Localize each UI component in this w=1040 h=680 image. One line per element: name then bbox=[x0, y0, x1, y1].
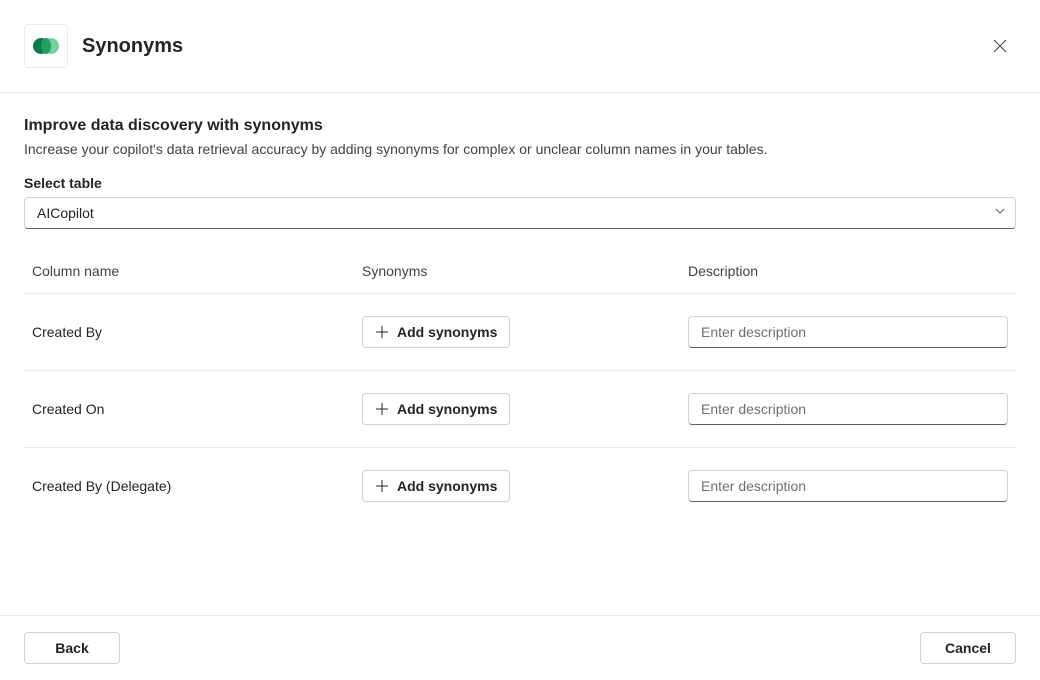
column-name-cell: Created On bbox=[32, 401, 362, 417]
dialog-header: Synonyms bbox=[0, 0, 1040, 93]
synonyms-dialog: Synonyms Improve data discovery with syn… bbox=[0, 0, 1040, 680]
column-header-description: Description bbox=[688, 263, 1008, 279]
dialog-footer: Back Cancel bbox=[0, 615, 1040, 680]
plus-icon bbox=[375, 479, 389, 493]
app-icon bbox=[24, 24, 68, 68]
dialog-body: Improve data discovery with synonyms Inc… bbox=[0, 93, 1040, 615]
column-header-name: Column name bbox=[32, 263, 362, 279]
table-select[interactable]: AICopilot bbox=[24, 197, 1016, 229]
columns-table: Column name Synonyms Description Created… bbox=[24, 249, 1016, 615]
add-synonyms-button[interactable]: Add synonyms bbox=[362, 316, 510, 348]
columns-header-row: Column name Synonyms Description bbox=[24, 249, 1016, 294]
close-icon bbox=[993, 39, 1007, 53]
column-name-cell: Created By (Delegate) bbox=[32, 478, 362, 494]
table-row: Created On Add synonyms bbox=[24, 371, 1016, 448]
column-header-synonyms: Synonyms bbox=[362, 263, 688, 279]
close-button[interactable] bbox=[984, 30, 1016, 62]
back-button[interactable]: Back bbox=[24, 632, 120, 664]
select-table-label: Select table bbox=[24, 175, 1016, 191]
table-select-value: AICopilot bbox=[24, 197, 1016, 229]
column-name-cell: Created By bbox=[32, 324, 362, 340]
dialog-title: Synonyms bbox=[82, 35, 970, 58]
add-synonyms-label: Add synonyms bbox=[397, 478, 497, 494]
description-input[interactable] bbox=[688, 316, 1008, 348]
section-heading: Improve data discovery with synonyms bbox=[24, 117, 1016, 135]
add-synonyms-button[interactable]: Add synonyms bbox=[362, 470, 510, 502]
add-synonyms-button[interactable]: Add synonyms bbox=[362, 393, 510, 425]
section-subheading: Increase your copilot's data retrieval a… bbox=[24, 141, 1016, 157]
table-row: Created By Add synonyms bbox=[24, 294, 1016, 371]
cancel-button[interactable]: Cancel bbox=[920, 632, 1016, 664]
add-synonyms-label: Add synonyms bbox=[397, 401, 497, 417]
plus-icon bbox=[375, 325, 389, 339]
description-input[interactable] bbox=[688, 470, 1008, 502]
table-row: Created By (Delegate) Add synonyms bbox=[24, 448, 1016, 524]
add-synonyms-label: Add synonyms bbox=[397, 324, 497, 340]
plus-icon bbox=[375, 402, 389, 416]
description-input[interactable] bbox=[688, 393, 1008, 425]
